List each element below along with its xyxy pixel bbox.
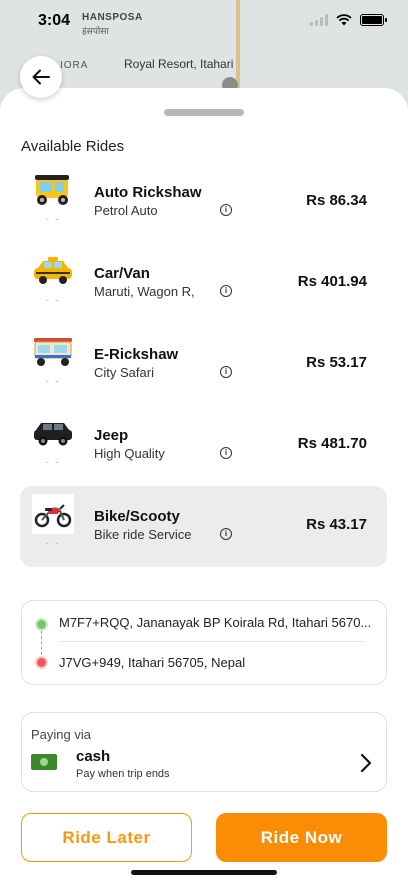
ride-subtitle: Bike ride Service	[94, 527, 192, 542]
sheet-drag-handle[interactable]	[164, 109, 244, 116]
ride-price: Rs 43.17	[306, 516, 367, 533]
jeep-icon	[32, 413, 74, 453]
payment-label: Paying via	[31, 727, 91, 742]
e-rickshaw-icon	[32, 332, 74, 372]
back-button[interactable]	[20, 56, 62, 98]
route-card[interactable]: M7F7+RQQ, Jananayak BP Koirala Rd, Itaha…	[21, 600, 387, 685]
cash-icon	[31, 754, 57, 770]
ride-eta: - -	[46, 295, 61, 305]
status-icons	[310, 14, 387, 26]
ride-name: E-Rickshaw	[94, 346, 179, 363]
ride-name: Bike/Scooty	[94, 508, 180, 525]
chevron-right-icon[interactable]	[360, 753, 372, 773]
section-title: Available Rides	[21, 138, 125, 155]
ride-option-car-van[interactable]: - - Car/Van Maruti, Wagon R, i Rs 401.94	[20, 243, 387, 324]
ride-name: Car/Van	[94, 265, 150, 282]
ride-eta: - -	[46, 214, 61, 224]
auto-rickshaw-icon	[32, 170, 74, 210]
ride-now-button[interactable]: Ride Now	[216, 813, 387, 862]
home-indicator	[131, 870, 277, 875]
ride-price: Rs 53.17	[306, 354, 367, 371]
ride-option-auto-rickshaw[interactable]: - - Auto Rickshaw Petrol Auto i Rs 86.34	[20, 162, 387, 243]
ride-price: Rs 86.34	[306, 192, 367, 209]
info-icon[interactable]: i	[220, 204, 232, 216]
info-icon[interactable]: i	[220, 366, 232, 378]
ride-subtitle: City Safari	[94, 365, 154, 380]
ride-option-e-rickshaw[interactable]: - - E-Rickshaw City Safari i Rs 53.17	[20, 324, 387, 405]
payment-method-card[interactable]: Paying via cash Pay when trip ends	[21, 712, 387, 792]
payment-note: Pay when trip ends	[76, 768, 170, 780]
info-icon[interactable]: i	[220, 447, 232, 459]
map-label-landmark: Royal Resort, Itahari	[124, 57, 234, 71]
status-time: 3:04	[38, 12, 71, 29]
ride-option-jeep[interactable]: - - Jeep High Quality i Rs 481.70	[20, 405, 387, 486]
dropoff-dot-icon	[37, 658, 46, 667]
ride-option-bike-scooty[interactable]: - - Bike/Scooty Bike ride Service i Rs 4…	[20, 486, 387, 567]
motorbike-icon	[32, 494, 74, 534]
ride-eta: - -	[46, 457, 61, 467]
map-label-iora: IORA	[60, 60, 89, 71]
battery-icon	[360, 14, 387, 26]
pickup-dot-icon	[37, 620, 46, 629]
taxi-icon	[32, 251, 74, 291]
route-divider	[59, 641, 364, 642]
ride-eta: - -	[46, 376, 61, 386]
payment-method: cash	[76, 748, 111, 765]
ride-list: - - Auto Rickshaw Petrol Auto i Rs 86.34…	[20, 162, 387, 567]
wifi-icon	[336, 14, 352, 26]
status-bar: 3:04	[0, 10, 408, 34]
arrow-left-icon	[32, 69, 50, 85]
dropoff-address[interactable]: J7VG+949, Itahari 56705, Nepal	[59, 655, 245, 670]
route-connector	[41, 631, 42, 655]
pickup-address[interactable]: M7F7+RQQ, Jananayak BP Koirala Rd, Itaha…	[59, 615, 371, 630]
signal-icon	[310, 14, 328, 26]
ride-later-button[interactable]: Ride Later	[21, 813, 192, 862]
ride-name: Auto Rickshaw	[94, 184, 202, 201]
ride-selection-sheet: Available Rides - - Auto Rickshaw Petrol…	[0, 88, 408, 883]
ride-subtitle: High Quality	[94, 446, 165, 461]
ride-eta: - -	[46, 538, 61, 548]
ride-name: Jeep	[94, 427, 129, 444]
ride-subtitle: Petrol Auto	[94, 203, 158, 218]
info-icon[interactable]: i	[220, 528, 232, 540]
info-icon[interactable]: i	[220, 285, 232, 297]
ride-subtitle: Maruti, Wagon R,	[94, 284, 195, 299]
ride-price: Rs 481.70	[297, 435, 367, 452]
ride-price: Rs 401.94	[297, 273, 367, 290]
